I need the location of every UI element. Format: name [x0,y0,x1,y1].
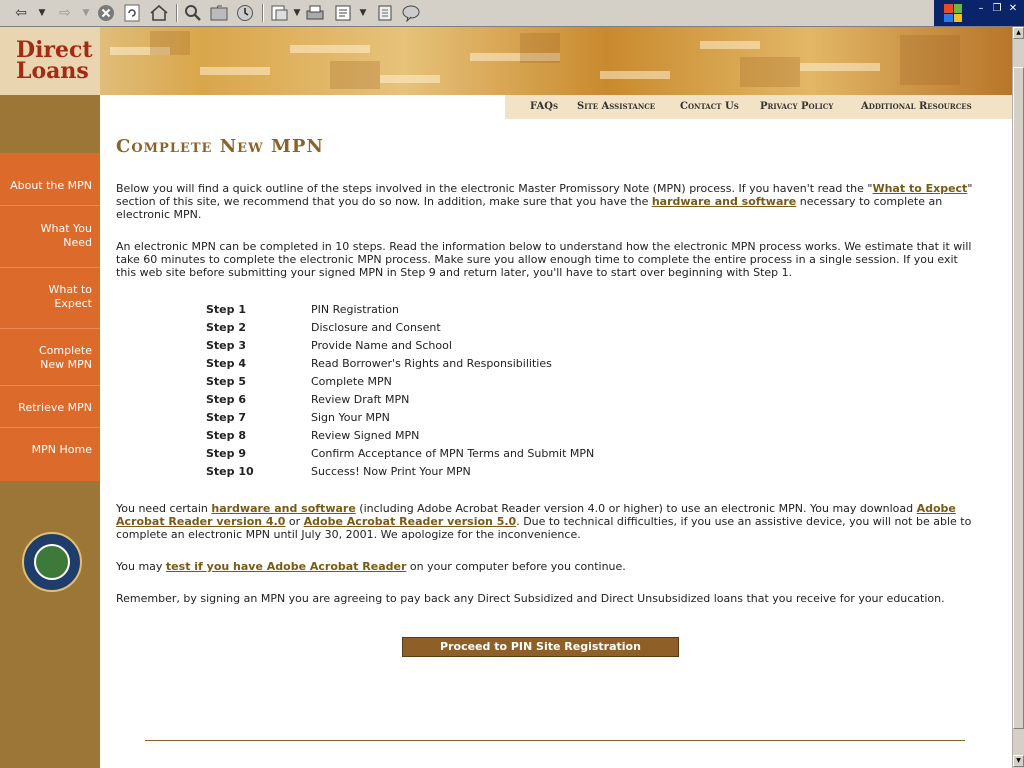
sidebar-divider [0,385,100,386]
favorites-icon[interactable] [208,3,230,23]
faqs-link[interactable]: FAQs [530,101,558,112]
step-label: Step 2 [206,321,246,334]
messenger-icon[interactable] [400,3,422,23]
sidebar-item-label: Retrieve MPN [18,401,92,414]
sidebar-item-about-the-mpn[interactable]: About the MPN [0,179,100,193]
requirements-text: (including Adobe Acrobat Reader version … [355,502,917,515]
acrobat-reader-5-link[interactable]: Adobe Acrobat Reader version 5.0 [304,515,517,528]
edit-dropdown-icon[interactable]: ▼ [358,3,368,23]
footer-divider [145,740,965,741]
what-to-expect-link[interactable]: What to Expect [872,182,967,195]
close-icon[interactable]: ✕ [1006,2,1020,16]
mail-icon[interactable] [268,3,290,23]
step-label: Step 7 [206,411,246,424]
step-description: Provide Name and School [311,339,452,352]
step-label: Step 4 [206,357,246,370]
scrollbar-thumb[interactable] [1013,67,1024,729]
step-description: Complete MPN [311,375,392,388]
toolbar-separator [176,4,178,22]
sidebar-item-label: New MPN [40,358,92,371]
sidebar-item-what-you-need[interactable]: What You Need [0,222,100,250]
department-of-education-seal[interactable] [22,532,82,592]
intro-paragraph: Below you will find a quick outline of t… [116,182,976,221]
vertical-scrollbar[interactable]: ▲ ▼ [1012,27,1024,768]
step-description: Success! Now Print Your MPN [311,465,471,478]
sidebar-item-label: About the MPN [10,179,92,192]
requirements-text: You need certain [116,502,212,515]
privacy-policy-link[interactable]: Privacy Policy [760,101,833,112]
step-label: Step 10 [206,465,254,478]
requirements-paragraph: You need certain hardware and software (… [116,502,976,541]
step-description: Review Draft MPN [311,393,410,406]
direct-loans-logo[interactable]: Direct Loans [16,39,93,84]
sidebar-item-label: Complete [38,344,92,357]
sidebar-divider [0,427,100,428]
steps-overview-paragraph: An electronic MPN can be completed in 10… [116,240,972,279]
restore-icon[interactable]: ❐ [990,2,1004,16]
intro-text: Below you will find a quick outline of t… [116,182,873,195]
back-dropdown-icon[interactable]: ▼ [36,3,48,23]
seal-tree-icon [34,544,70,580]
step-label: Step 1 [206,303,246,316]
logo-line2: Loans [16,58,89,84]
contact-us-link[interactable]: Contact Us [680,101,739,112]
additional-resources-link[interactable]: Additional Resources [861,101,972,112]
forward-icon[interactable]: ⇨ [54,3,76,23]
sidebar-item-label: Need [63,236,92,249]
step-label: Step 3 [206,339,246,352]
windows-logo-icon [944,4,962,22]
sidebar-item-label: What to [48,283,92,296]
repayment-reminder-paragraph: Remember, by signing an MPN you are agre… [116,592,945,605]
history-icon[interactable] [234,3,256,23]
hardware-and-software-link[interactable]: hardware and software [211,502,355,515]
browser-toolbar: ⇦ ▼ ⇨ ▼ ▼ ▼ – ❐ ✕ [0,0,1024,27]
step-description: Sign Your MPN [311,411,390,424]
sidebar-divider [0,205,100,206]
proceed-to-pin-registration-button[interactable]: Proceed to PIN Site Registration [402,637,679,657]
print-icon[interactable] [304,3,326,23]
forward-dropdown-icon[interactable]: ▼ [80,3,92,23]
site-assistance-link[interactable]: Site Assistance [577,101,655,112]
test-acrobat-reader-link[interactable]: test if you have Adobe Acrobat Reader [166,560,406,573]
stop-icon[interactable] [96,3,116,23]
sidebar-item-mpn-home[interactable]: MPN Home [0,443,100,457]
requirements-text: or [285,515,304,528]
edit-icon[interactable] [332,3,354,23]
step-label: Step 5 [206,375,246,388]
sidebar-item-retrieve-mpn[interactable]: Retrieve MPN [0,401,100,415]
discuss-icon[interactable] [374,3,396,23]
sidebar-item-complete-new-mpn[interactable]: Complete New MPN [0,344,100,372]
step-description: Disclosure and Consent [311,321,441,334]
top-navigation: FAQs Site Assistance Contact Us Privacy … [505,95,1012,119]
page-title: Complete New MPN [116,136,324,157]
sidebar-divider [0,328,100,329]
step-description: Confirm Acceptance of MPN Terms and Subm… [311,447,595,460]
sidebar-divider [0,267,100,268]
toolbar-separator [262,4,264,22]
step-description: Review Signed MPN [311,429,420,442]
step-label: Step 8 [206,429,246,442]
sidebar-nav: About the MPN What You Need What to Expe… [0,153,100,481]
refresh-icon[interactable] [122,3,142,23]
back-icon[interactable]: ⇦ [10,3,32,23]
test-text: You may [116,560,166,573]
search-icon[interactable] [182,3,204,23]
sidebar-item-what-to-expect[interactable]: What to Expect [0,283,100,311]
test-acrobat-paragraph: You may test if you have Adobe Acrobat R… [116,560,976,573]
step-label: Step 9 [206,447,246,460]
step-label: Step 6 [206,393,246,406]
sidebar-item-label: Expect [54,297,92,310]
step-description: PIN Registration [311,303,399,316]
mail-dropdown-icon[interactable]: ▼ [292,3,302,23]
hardware-and-software-link[interactable]: hardware and software [652,195,796,208]
scroll-down-icon[interactable]: ▼ [1013,755,1024,767]
sidebar-item-label: What You [40,222,92,235]
scroll-up-icon[interactable]: ▲ [1013,27,1024,39]
home-icon[interactable] [148,3,170,23]
sidebar-item-label: MPN Home [31,443,92,456]
site-banner: Direct Loans [0,27,1012,95]
test-text: on your computer before you continue. [406,560,626,573]
minimize-icon[interactable]: – [974,2,988,16]
step-description: Read Borrower's Rights and Responsibilit… [311,357,552,370]
